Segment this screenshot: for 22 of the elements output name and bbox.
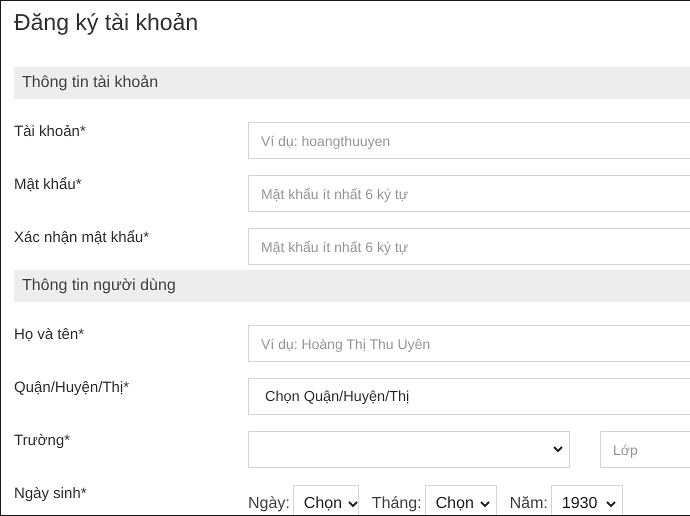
field-label: Ngày sinh* (14, 484, 88, 502)
date-label: Ngày: (248, 495, 290, 513)
dropdown[interactable]: 1930 (550, 485, 623, 515)
field-label: Trường* (14, 431, 72, 449)
section-header: Thông tin người dùng (14, 270, 690, 302)
dropdown[interactable]: Chọn (292, 485, 359, 515)
date-label: Tháng: (372, 495, 422, 513)
field-label: Tài khoản* (14, 122, 87, 140)
input-field[interactable]: Mật khẩu ít nhất 6 ký tự (248, 228, 690, 265)
dropdown[interactable]: Chọn Quận/Huyện/Thị (248, 378, 690, 415)
page-title: Đăng ký tài khoản (14, 8, 200, 37)
input-field[interactable]: Ví dụ: hoangthuuyen (248, 122, 690, 159)
input-field[interactable]: Lớp (600, 431, 690, 468)
date-label: Năm: (510, 495, 548, 513)
field-label: Họ và tên* (14, 325, 86, 343)
input-field[interactable]: Mật khẩu ít nhất 6 ký tự (248, 175, 690, 212)
dropdown[interactable]: Chọn (424, 485, 497, 515)
section-header: Thông tin tài khoản (14, 67, 690, 99)
field-label: Mật khẩu* (14, 175, 83, 193)
input-field[interactable]: Ví dụ: Hoàng Thị Thu Uyên (248, 325, 690, 362)
field-label: Quận/Huyện/Thị* (14, 378, 130, 396)
field-label: Xác nhận mật khẩu* (14, 228, 150, 246)
